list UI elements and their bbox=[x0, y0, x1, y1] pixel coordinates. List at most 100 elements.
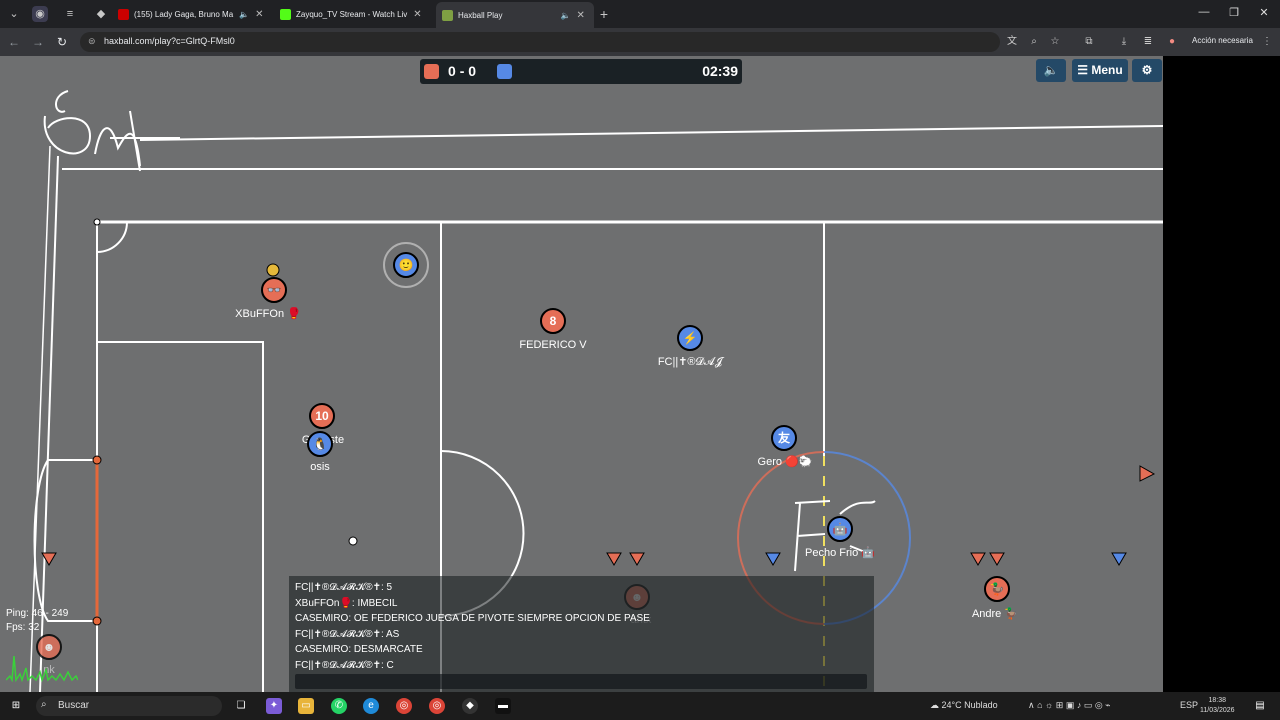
tray-icons[interactable]: ∧ ⌂ ☼ ⊞ ▣ ♪ ▭ ◎ ⌁ bbox=[1028, 700, 1111, 711]
haxball-game-canvas[interactable]: 0 - 0 02:39 🔈 ☰ Menu ⚙ 👓 XBuFFOn 🥊 🙂 8 F… bbox=[0, 56, 1163, 692]
player-name-text: XBuFFOn bbox=[235, 308, 285, 320]
player-avatar: 10 bbox=[315, 409, 329, 423]
task-view-icon[interactable]: ❏ bbox=[233, 698, 249, 714]
clock-date: 11/03/2026 bbox=[1200, 707, 1235, 714]
score-text: 0 - 0 bbox=[448, 63, 476, 79]
cloud-icon: ☁ bbox=[930, 700, 939, 710]
scoreboard: 0 - 0 02:39 bbox=[420, 59, 742, 84]
copilot-icon[interactable]: ✦ bbox=[266, 698, 282, 714]
close-tab-icon[interactable]: ✕ bbox=[413, 9, 421, 20]
tab-youtube[interactable]: (155) Lady Gaga, Bruno Ma 🔈 ✕ bbox=[118, 4, 268, 24]
file-explorer-icon[interactable]: ▭ bbox=[298, 698, 314, 714]
speaker-icon: 🔈 bbox=[239, 9, 250, 19]
player-avatar: ⚡ bbox=[682, 331, 698, 345]
reload-icon[interactable]: ↻ bbox=[54, 34, 70, 50]
chrome-icon[interactable]: ◎ bbox=[396, 698, 412, 714]
tab-haxball[interactable]: Haxball Play 🔈 ✕ bbox=[436, 2, 594, 28]
player-disc: 👓 bbox=[261, 277, 287, 303]
terminal-icon[interactable]: ▬ bbox=[495, 698, 511, 714]
player-disc: 🐧 bbox=[307, 431, 333, 457]
tab-label: (155) Lady Gaga, Bruno Ma bbox=[134, 9, 234, 19]
minimize-icon[interactable]: — bbox=[1194, 6, 1214, 18]
close-tab-icon[interactable]: ✕ bbox=[576, 10, 584, 21]
bookmark-star-icon[interactable]: ☆ bbox=[1047, 34, 1063, 50]
maximize-icon[interactable]: ❐ bbox=[1224, 6, 1244, 19]
fps-text: Fps: 32 bbox=[6, 622, 40, 633]
player-avatar: 友 bbox=[777, 431, 790, 445]
player-disc-self: 🙂 bbox=[393, 252, 419, 278]
ping-text: Ping: 46 - 249 bbox=[6, 608, 69, 619]
search-icon: ⌕ bbox=[41, 699, 47, 710]
player-disc: 🦆 bbox=[984, 576, 1010, 602]
player-name: Gero 🔴🐑 bbox=[758, 455, 813, 468]
red-team-swatch bbox=[424, 64, 439, 79]
ping-graph bbox=[6, 655, 78, 682]
chat-message: XBuFFOn🥊: IMBECIL bbox=[295, 598, 398, 609]
edge-icon[interactable]: e bbox=[363, 698, 379, 714]
zoom-icon[interactable]: ⌕ bbox=[1026, 34, 1042, 50]
tab-label: Zayquo_TV Stream - Watch Liv bbox=[296, 9, 408, 19]
emoji-icon: 🤖 bbox=[861, 547, 875, 559]
back-icon[interactable]: ← bbox=[6, 34, 22, 50]
player-name: Pecho Frio 🤖 bbox=[805, 546, 875, 559]
new-tab-icon[interactable]: + bbox=[596, 6, 612, 22]
player-avatar: 🐧 bbox=[312, 437, 328, 451]
duck-icon: 🦆 bbox=[1004, 608, 1019, 620]
stack-tab-icon[interactable]: ≡ bbox=[62, 6, 78, 22]
site-info-icon[interactable]: ⊜ bbox=[88, 36, 96, 47]
player-name-text: Pecho Frio bbox=[805, 547, 859, 559]
speaker-icon: 🔈 bbox=[560, 10, 571, 20]
network-stats: Ping: 46 - 249 Fps: 32 bbox=[6, 607, 68, 635]
chat-message: FC||✝®𝓓𝓐𝓡𝓚®✝: 5 bbox=[295, 582, 393, 593]
whatsapp-icon[interactable]: ✆ bbox=[331, 698, 347, 714]
diamond-tab-icon[interactable]: ◆ bbox=[93, 6, 109, 22]
app-icon[interactable]: ◆ bbox=[462, 698, 478, 714]
youtube-icon bbox=[118, 8, 129, 20]
match-timer: 02:39 bbox=[702, 63, 738, 79]
url-bar[interactable]: ⊜ haxball.com/play?c=GlrtQ-FMsl0 bbox=[80, 32, 1000, 52]
windows-taskbar: ⊞ ⌕ Buscar ❏ ✦ ▭ ✆ e ◎ ◎ ◆ ▬ ☁ 24°C Nubl… bbox=[0, 692, 1280, 720]
more-menu-icon[interactable]: ⋮ bbox=[1259, 34, 1275, 50]
close-tab-icon[interactable]: ✕ bbox=[255, 9, 263, 20]
translate-icon[interactable]: 文 bbox=[1004, 34, 1020, 50]
player-avatar: 8 bbox=[549, 314, 557, 328]
player-name: FEDERICO V bbox=[519, 339, 587, 351]
search-label: Buscar bbox=[58, 700, 90, 711]
tab-list-chevron-icon[interactable]: ⌄ bbox=[6, 6, 22, 22]
boxing-glove-icon: 🥊 bbox=[287, 308, 301, 320]
player-name-text: Andre bbox=[971, 608, 1002, 620]
windows-start-icon[interactable]: ⊞ bbox=[8, 698, 24, 714]
player-name: XBuFFOn 🥊 bbox=[235, 307, 301, 320]
menu-button[interactable]: ☰ Menu bbox=[1072, 59, 1128, 82]
close-window-icon[interactable]: ✕ bbox=[1254, 6, 1274, 19]
language-indicator[interactable]: ESP bbox=[1180, 700, 1198, 710]
tab-label: Haxball Play bbox=[458, 10, 503, 20]
score-separator: - bbox=[459, 63, 465, 79]
chat-panel: FC||✝®𝓓𝓐𝓡𝓚®✝: 5 XBuFFOn🥊: IMBECIL CASEMI… bbox=[289, 576, 874, 692]
player-name: osis bbox=[310, 461, 330, 473]
tab-kick[interactable]: Zayquo_TV Stream - Watch Liv ✕ bbox=[280, 4, 430, 24]
system-clock[interactable]: 18:38 11/03/2026 bbox=[1200, 696, 1235, 716]
chrome-active-icon[interactable]: ◎ bbox=[429, 698, 445, 714]
notifications-icon[interactable]: ▤ bbox=[1252, 698, 1268, 714]
player-name: FC||✝®𝓓𝓐𝓙 bbox=[657, 356, 723, 368]
browser-tab-bar: ⌄ ◉ ≡ ◆ (155) Lady Gaga, Bruno Ma 🔈 ✕ Za… bbox=[0, 0, 1280, 28]
player-avatar: 🙂 bbox=[398, 258, 414, 272]
red-score: 0 bbox=[448, 63, 456, 79]
weather-widget[interactable]: ☁ 24°C Nublado bbox=[930, 700, 998, 711]
settings-gear-icon[interactable]: ⚙ bbox=[1132, 59, 1162, 82]
profile-avatar-icon[interactable]: ● bbox=[1164, 34, 1180, 50]
blue-team-swatch bbox=[497, 64, 512, 79]
action-needed-button[interactable]: Acción necesaria bbox=[1192, 36, 1253, 45]
media-icon[interactable]: ≣ bbox=[1140, 34, 1156, 50]
chat-input[interactable] bbox=[295, 674, 867, 689]
sound-button[interactable]: 🔈 bbox=[1036, 59, 1066, 82]
download-icon[interactable]: ⤓ bbox=[1116, 34, 1132, 50]
extension-tab-icon[interactable]: ◉ bbox=[32, 6, 48, 22]
taskbar-search[interactable]: ⌕ Buscar bbox=[36, 696, 222, 716]
extensions-icon[interactable]: ⧉ bbox=[1081, 34, 1097, 50]
forward-icon[interactable]: → bbox=[30, 34, 46, 50]
weather-text: 24°C Nublado bbox=[941, 700, 998, 710]
url-text: haxball.com/play?c=GlrtQ-FMsl0 bbox=[104, 36, 235, 46]
signature-scribble bbox=[43, 90, 180, 172]
